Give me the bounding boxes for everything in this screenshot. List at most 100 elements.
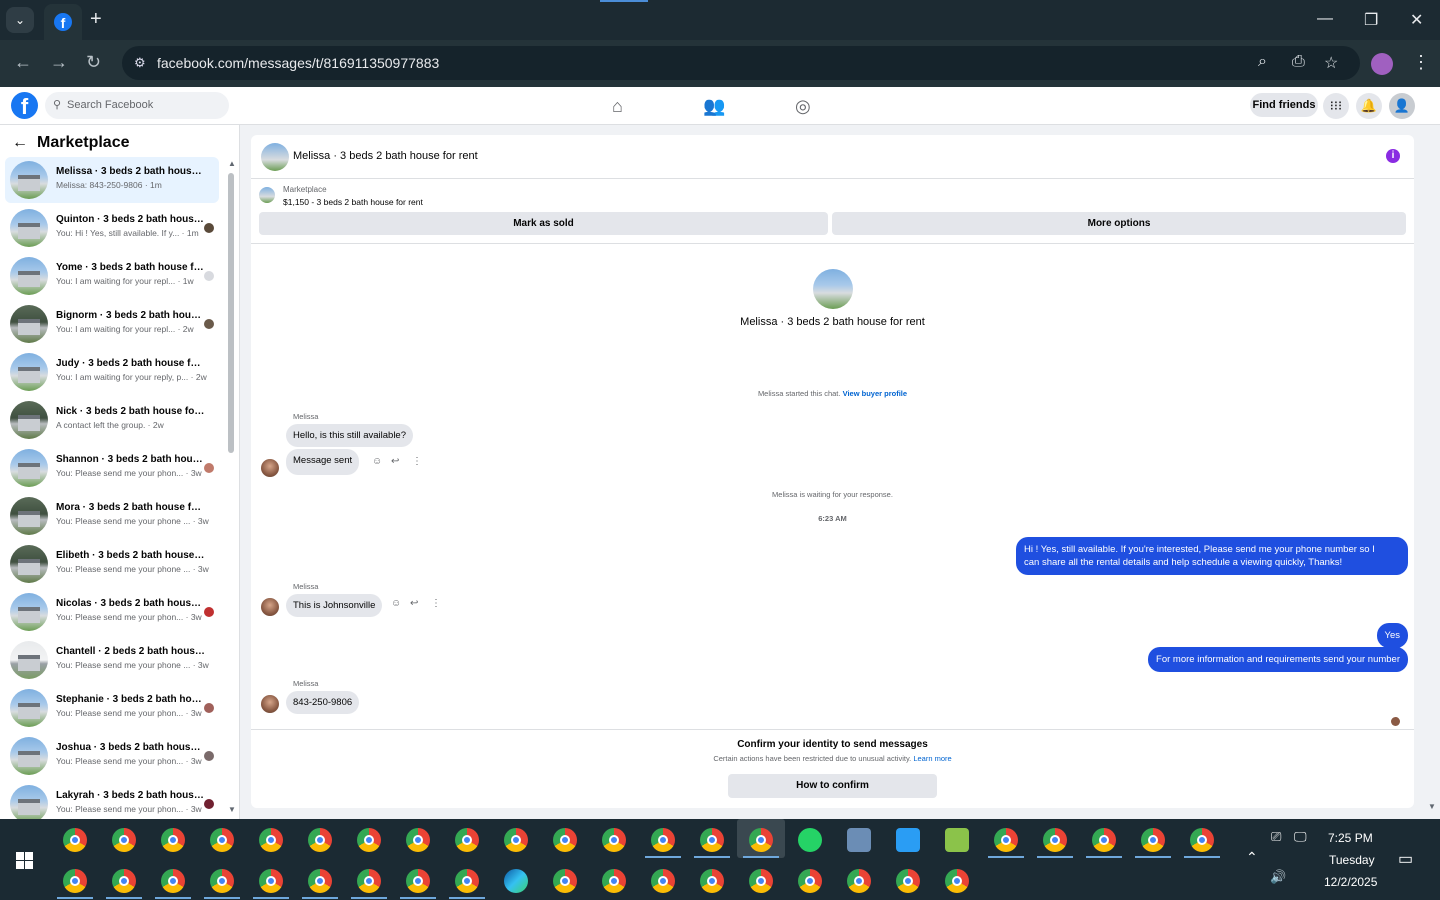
chrome-icon[interactable] [651,869,675,893]
clock-date[interactable]: 12/2/2025 [1324,875,1377,889]
chrome-icon[interactable] [798,869,822,893]
whatsapp-icon[interactable] [798,828,822,852]
edge-icon[interactable] [504,869,528,893]
account-avatar[interactable]: 👤 [1389,93,1415,119]
restore-icon[interactable]: ❐ [1364,10,1378,30]
chrome-icon[interactable] [602,869,626,893]
more-icon[interactable]: ⋮ [412,456,422,467]
conversation-item[interactable]: Nick · 3 beds 2 bath house for rent A co… [5,397,219,443]
react-icon[interactable]: ☺ [391,598,401,609]
view-buyer-profile-link[interactable]: View buyer profile [843,389,907,398]
tab-search-button[interactable]: ⌄ [6,7,34,33]
chrome-icon[interactable] [259,869,283,893]
menu-grid-icon[interactable]: ⁝⁝⁝ [1323,93,1349,119]
chrome-icon[interactable] [700,869,724,893]
chrome-icon[interactable] [847,869,871,893]
how-to-confirm-button[interactable]: How to confirm [728,774,937,798]
scroll-up-icon[interactable]: ▲ [228,159,236,168]
chrome-icon[interactable] [406,869,430,893]
home-icon[interactable]: ⌂ [612,96,623,117]
react-icon[interactable]: ☺ [372,456,382,467]
install-app-icon[interactable]: ⎙ [1292,53,1305,71]
forward-icon[interactable]: → [50,52,68,73]
bookmark-star-icon[interactable]: ☆ [1324,53,1338,73]
chrome-icon[interactable] [651,828,675,852]
notepad-app-icon[interactable] [945,828,969,852]
chrome-icon[interactable] [602,828,626,852]
notification-center-icon[interactable]: ▭ [1398,849,1413,869]
sender-avatar[interactable] [261,598,279,616]
chrome-icon[interactable] [749,869,773,893]
more-options-button[interactable]: More options [832,212,1406,235]
volume-icon[interactable]: 🔊 [1270,869,1286,885]
windows-start-icon[interactable] [16,852,33,869]
chrome-icon[interactable] [455,869,479,893]
scroll-down-icon[interactable]: ▼ [228,805,236,814]
info-icon[interactable]: i [1386,149,1400,163]
zoom-icon[interactable]: ⌕ [1258,53,1267,71]
more-icon[interactable]: ⋮ [431,598,441,609]
chrome-icon[interactable] [455,828,479,852]
chrome-icon[interactable] [210,828,234,852]
chrome-icon[interactable] [896,869,920,893]
chrome-icon[interactable] [259,828,283,852]
browser-profile-avatar[interactable] [1371,53,1393,75]
sidebar-scrollbar[interactable] [228,173,234,453]
network-icon[interactable]: 🖵 [1294,829,1307,845]
search-input[interactable]: ⚲ Search Facebook [45,92,229,119]
chat-title[interactable]: Melissa · 3 beds 2 bath house for rent [293,150,478,162]
reply-icon[interactable]: ↩ [391,456,399,467]
learn-more-link[interactable]: Learn more [913,754,951,763]
chrome-icon[interactable] [308,869,332,893]
chrome-icon[interactable] [1141,828,1165,852]
chrome-icon[interactable] [700,828,724,852]
chrome-icon[interactable] [308,828,332,852]
groups-icon[interactable]: ◎ [795,96,811,117]
conversation-item[interactable]: Shannon · 3 beds 2 bath house for rent Y… [5,445,219,491]
chrome-icon[interactable] [1092,828,1116,852]
back-arrow-icon[interactable]: ← [12,134,28,152]
chrome-icon[interactable] [553,828,577,852]
keyboard-app-icon[interactable] [896,828,920,852]
conversation-item[interactable]: Judy · 3 beds 2 bath house for rent You:… [5,349,219,395]
show-hidden-icons-icon[interactable]: ⌃ [1246,849,1258,866]
contacts-app-icon[interactable] [847,828,871,852]
conversation-item[interactable]: Elibeth · 3 beds 2 bath house for rent Y… [5,541,219,587]
conversation-item[interactable]: Bignorm · 3 beds 2 bath house for rent Y… [5,301,219,347]
chrome-icon[interactable] [1190,828,1214,852]
notifications-bell-icon[interactable]: 🔔 [1356,93,1382,119]
chrome-icon[interactable] [553,869,577,893]
reply-icon[interactable]: ↩ [410,598,418,609]
conversation-item[interactable]: Joshua · 3 beds 2 bath house for rent Yo… [5,733,219,779]
chrome-icon[interactable] [357,869,381,893]
sender-avatar[interactable] [261,695,279,713]
conversation-item[interactable]: Chantell · 2 beds 2 bath house for rent … [5,637,219,683]
browser-menu-icon[interactable]: ⋮ [1412,52,1430,73]
chat-avatar[interactable] [261,143,289,171]
chrome-icon[interactable] [63,869,87,893]
listing-title[interactable]: $1,150 - 3 beds 2 bath house for rent [283,197,423,207]
chrome-icon[interactable] [406,828,430,852]
chrome-icon[interactable] [1043,828,1067,852]
conversation-item[interactable]: Lakyrah · 3 beds 2 bath house for rent Y… [5,781,219,819]
chrome-icon[interactable] [504,828,528,852]
chrome-icon[interactable] [112,869,136,893]
listing-thumbnail[interactable] [259,187,275,203]
camera-tray-icon[interactable]: ⎚ [1271,829,1281,845]
reload-icon[interactable]: ↻ [86,52,101,73]
site-info-icon[interactable]: ⚙ [134,55,146,71]
conversation-item[interactable]: Quinton · 3 beds 2 bath house for rent Y… [5,205,219,251]
chrome-icon[interactable] [112,828,136,852]
close-window-icon[interactable]: ✕ [1410,10,1423,30]
find-friends-button[interactable]: Find friends [1250,93,1318,117]
conversation-item[interactable]: Stephanie · 3 beds 2 bath house for rent… [5,685,219,731]
chrome-icon[interactable] [210,869,234,893]
conversation-item[interactable]: Melissa · 3 beds 2 bath house for rent M… [5,157,219,203]
facebook-logo[interactable]: f [11,92,38,119]
new-tab-icon[interactable]: + [90,8,102,31]
chrome-icon[interactable] [161,828,185,852]
chrome-icon[interactable] [749,828,773,852]
page-scroll-down-icon[interactable]: ▼ [1428,802,1436,811]
address-bar[interactable]: ⚙ facebook.com/messages/t/81691135097788… [122,46,1360,80]
clock-time[interactable]: 7:25 PM [1328,831,1373,845]
